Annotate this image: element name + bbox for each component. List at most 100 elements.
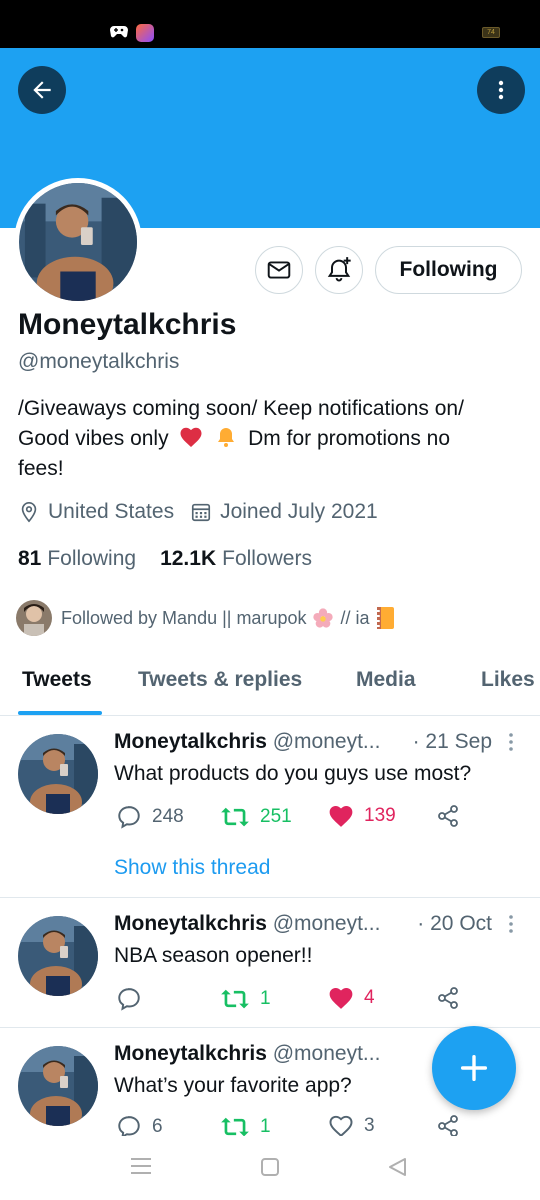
join-date-text: Joined July 2021 (220, 500, 378, 523)
bio-line: /Giveaways coming soon/ Keep notificatio… (18, 397, 464, 420)
location-pin-icon (21, 502, 37, 523)
following-button[interactable]: Following (375, 246, 522, 294)
followers-count[interactable]: 12.1K Followers (160, 547, 312, 571)
share-icon (438, 1115, 458, 1136)
mail-icon (267, 261, 291, 279)
bell-emoji-icon (218, 428, 235, 447)
show-thread-link[interactable]: Show this thread (114, 856, 270, 880)
bio-line: fees! (18, 457, 64, 480)
heart-outline-icon (329, 1115, 353, 1136)
like-button[interactable]: 139 (328, 804, 396, 828)
tab-likes[interactable]: Likes (481, 668, 535, 692)
heart-filled-icon (329, 988, 353, 1009)
tweet-date: · 21 Sep (408, 730, 492, 754)
tweet-text: What products do you guys use most? (114, 762, 472, 785)
reply-button[interactable]: 6 (116, 1114, 163, 1136)
tweet-author-name[interactable]: Moneytalkchris (114, 1042, 267, 1065)
reply-icon (118, 988, 140, 1011)
tweet-avatar[interactable] (18, 734, 98, 814)
tweet-actions: 6 1 3 (116, 1114, 476, 1136)
retweet-icon (221, 1117, 249, 1136)
profile-meta: United States Joined July 2021 (18, 500, 394, 524)
retweet-button[interactable]: 1 (220, 986, 271, 1012)
tweet-more-icon[interactable] (508, 732, 514, 752)
profile-handle: @moneytalkchris (18, 350, 180, 373)
active-tab-indicator (18, 711, 102, 715)
notifications-button[interactable] (315, 246, 363, 294)
reply-button[interactable]: 248 (116, 804, 184, 830)
vertical-dots-icon (498, 80, 504, 100)
battery-icon: 74 (482, 27, 500, 38)
location: United States (18, 500, 174, 524)
retweet-button[interactable]: 251 (220, 804, 292, 830)
location-text: United States (48, 500, 175, 523)
reply-icon (118, 806, 140, 829)
reply-icon (118, 1116, 140, 1136)
flower-emoji-icon (313, 608, 334, 628)
arrow-left-icon (33, 81, 51, 99)
tweet-text: What’s your favorite app? (114, 1074, 352, 1097)
tab-tweets-replies[interactable]: Tweets & replies (138, 668, 302, 692)
tweet-header: Moneytalkchris @moneyt... · 20 Oct (114, 912, 524, 936)
system-navigation-bar (0, 1136, 540, 1200)
tweet-text: NBA season opener!! (114, 944, 313, 967)
followed-by-suffix: // ia (340, 607, 370, 628)
app-icon (136, 24, 154, 42)
bio-line: Good vibes only Dm for promotions no (18, 424, 523, 454)
tweet-author-handle: @moneyt... (272, 912, 381, 935)
share-button[interactable] (436, 986, 470, 1010)
profile-avatar[interactable] (14, 178, 142, 306)
profile-bio: /Giveaways coming soon/ Keep notificatio… (18, 394, 523, 484)
tweet-author-handle: @moneyt... (272, 730, 381, 753)
status-bar: 74 (0, 0, 540, 48)
heart-filled-icon (329, 806, 353, 827)
tweet-actions: 1 4 (116, 986, 476, 1016)
retweet-icon (221, 807, 249, 827)
menu-icon[interactable] (130, 1156, 152, 1176)
bell-plus-icon (327, 257, 351, 282)
follower-avatar (16, 600, 52, 636)
share-button[interactable] (436, 1114, 470, 1136)
tab-media[interactable]: Media (356, 668, 416, 692)
tweet-author-name[interactable]: Moneytalkchris (114, 912, 267, 935)
home-square-icon[interactable] (259, 1156, 281, 1178)
share-button[interactable] (436, 804, 470, 828)
share-icon (438, 987, 458, 1009)
tweet-author-name[interactable]: Moneytalkchris (114, 730, 267, 753)
profile-tabs: Tweets Tweets & replies Media Likes (0, 660, 540, 716)
profile-name: Moneytalkchris (18, 308, 237, 341)
tab-tweets[interactable]: Tweets (22, 668, 92, 692)
back-button[interactable] (18, 66, 66, 114)
tweet-avatar[interactable] (18, 1046, 98, 1126)
tweet-author-handle: @moneyt... (272, 1042, 381, 1065)
followed-by-text: Followed by Mandu || marupok (61, 607, 307, 628)
tweet-avatar[interactable] (18, 916, 98, 996)
tweet-header: Moneytalkchris @moneyt... · 21 Sep (114, 730, 524, 754)
following-count[interactable]: 81 Following (18, 547, 136, 571)
tweet-item[interactable]: Moneytalkchris @moneyt... · 20 Oct NBA s… (0, 898, 540, 1028)
tweet-more-icon[interactable] (508, 914, 514, 934)
join-date: Joined July 2021 (190, 500, 378, 524)
retweet-button[interactable]: 1 (220, 1114, 271, 1136)
calendar-icon (192, 503, 211, 522)
tweet-date: · 20 Oct (413, 912, 492, 936)
follow-counts: 81 Following 12.1K Followers (18, 547, 336, 571)
like-button[interactable]: 3 (328, 1114, 375, 1136)
more-options-button[interactable] (477, 66, 525, 114)
compose-tweet-button[interactable] (432, 1026, 516, 1110)
red-heart-icon (180, 427, 202, 447)
tweet-actions: 248 251 139 (116, 804, 476, 834)
reply-button[interactable] (116, 986, 152, 1012)
retweet-icon (221, 989, 249, 1009)
tweet-item[interactable]: Moneytalkchris @moneyt... · 21 Sep What … (0, 716, 540, 898)
back-triangle-icon[interactable] (386, 1156, 408, 1178)
notebook-emoji-icon (374, 607, 394, 629)
bio-text: Dm for promotions no (248, 427, 451, 450)
followed-by[interactable]: Followed by Mandu || marupok // ia (16, 600, 396, 636)
bio-text: Good vibes only (18, 427, 169, 450)
share-icon (438, 805, 458, 827)
message-button[interactable] (255, 246, 303, 294)
gamepad-icon (110, 24, 128, 38)
plus-icon (460, 1054, 488, 1082)
like-button[interactable]: 4 (328, 986, 375, 1010)
